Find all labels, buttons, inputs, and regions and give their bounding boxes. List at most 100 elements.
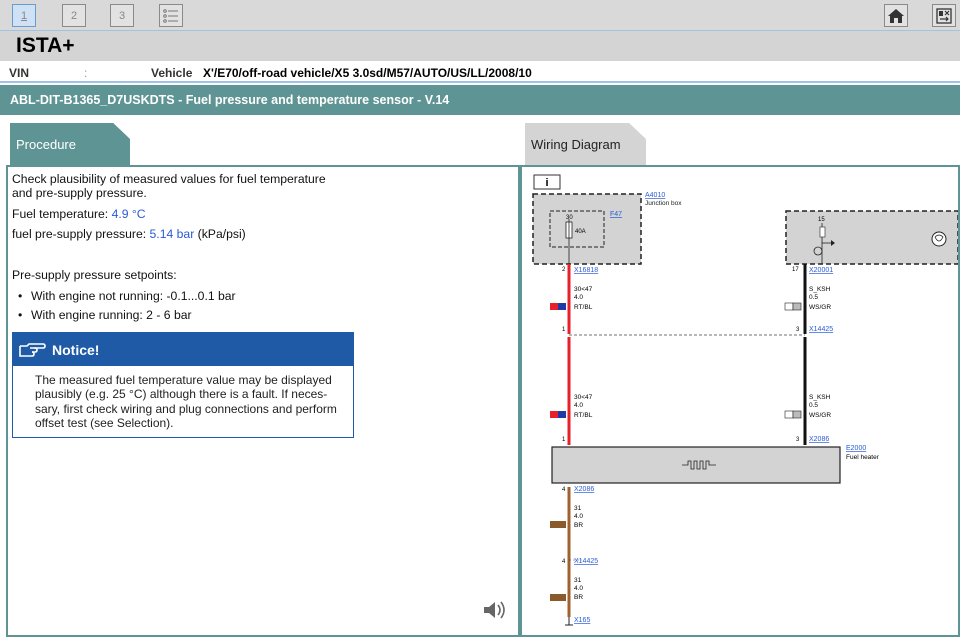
fuse-id[interactable]: F47 [610,211,622,218]
wire-color-swatch [792,410,802,419]
step-1-button[interactable]: 1 [12,4,36,27]
heater-id[interactable]: E2000 [846,445,866,452]
wire-label: 31 [574,577,582,584]
exit-button[interactable] [932,4,956,27]
wire-label: BR [574,594,583,601]
notice-line: plausibly (e.g. 25 °C) although there is… [35,387,328,402]
connector-x20001[interactable]: X20001 [809,267,833,274]
connector-x2086-lower[interactable]: X2086 [574,486,594,493]
wire-color-swatch [784,302,794,311]
wire-label: 0.5 [809,402,818,409]
list-item: With engine running: 2 - 6 bar [18,308,236,322]
home-button[interactable] [884,4,908,27]
notice-line: The measured fuel temperature value may … [35,373,332,387]
info-icon: i [545,177,548,189]
notice-line: sary, first check wiring and plug connec… [35,401,337,416]
vehicle-label: Vehicle [151,66,193,80]
list-icon [163,8,178,23]
wiring-diagram-panel: i A4010 Junction box F47 30 40A 15 2 X16… [520,165,960,637]
wire-label: WS/GR [809,304,831,311]
wire-label: RT/BL [574,412,593,419]
fuel-pressure-row: fuel pre-supply pressure: 5.14 bar (kPa/… [12,227,246,241]
connector-x14425[interactable]: X14425 [809,326,833,333]
wiring-diagram: i A4010 Junction box F47 30 40A 15 2 X16… [532,174,959,626]
wire-color-swatch [550,411,558,418]
junction-box-name: Junction box [645,200,682,207]
heater-name: Fuel heater [846,454,880,461]
fuse-rating: 40A [575,229,586,235]
wire-color-swatch [792,302,802,311]
fuel-temperature-value: 4.9 °C [111,207,146,221]
wire-label: 4.0 [574,585,583,592]
notice-box: Notice! The measured fuel temperature va… [12,332,354,438]
wire-label: S_KSH [809,286,831,293]
junction-box [532,193,642,265]
connector-x14425-lower[interactable]: X14425 [574,558,598,565]
pin-label: 1 [562,437,566,443]
connector-x2086[interactable]: X2086 [809,436,829,443]
info-button[interactable]: i [533,174,561,190]
notice-text: The measured fuel temperature value may … [13,366,353,430]
intro-line-1: Check plausibility of measured values fo… [12,172,326,186]
fuel-heater [551,446,841,484]
test-plan-header: ABL-DIT-B1365_D7USKDTS - Fuel pressure a… [0,85,960,115]
wire-label: S_KSH [809,394,831,401]
wire-label: WS/GR [809,412,831,419]
intro-line-2: and pre-supply pressure. [12,186,147,200]
wire-label: 30<47 [574,394,593,401]
fuel-temperature-label: Fuel temperature: [12,207,109,221]
pointing-hand-icon [19,342,46,357]
unit-pin: 15 [818,217,825,223]
wire-color-swatch [550,303,558,310]
wire-label: 4.0 [574,294,583,301]
wire-color-swatch [550,594,566,601]
pin-label: 4 [562,487,566,493]
notice-line: offset test (see Selection). [35,415,174,430]
unit-symbol-icon [931,231,947,247]
list-button[interactable] [159,4,183,27]
speaker-button[interactable] [482,599,510,626]
pin-label: 3 [796,437,800,443]
vin-label: VIN [9,66,30,80]
wire-label: BR [574,522,583,529]
pin-label: 4 [562,559,566,565]
fuel-pressure-unit: (kPa/psi) [197,227,246,241]
vehicle-info-bar: VIN : Vehicle X'/E70/off-road vehicle/X5… [0,61,960,83]
wire-color-swatch [558,411,566,418]
tab-wiring-diagram[interactable]: Wiring Diagram [525,123,646,165]
wire-label: 31 [574,505,582,512]
junction-box-id[interactable]: A4010 [645,192,665,199]
app-title: ISTA+ [16,34,75,57]
wire-label: 30<47 [574,286,593,293]
pin-label: 17 [792,267,799,273]
list-item: With engine not running: -0.1...0.1 bar [18,289,236,303]
wire-label: 4.0 [574,513,583,520]
wire-label: 4.0 [574,402,583,409]
wire-color-swatch [550,521,566,528]
main-content: Procedure Wiring Diagram Check plausibil… [0,115,960,638]
pin-label: 3 [796,327,800,333]
wire-color-swatch [784,410,794,419]
pin-label: 2 [562,267,566,273]
wire-label: 0.5 [809,294,818,301]
fuel-pressure-value: 5.14 bar [149,227,195,241]
fuel-pressure-label: fuel pre-supply pressure: [12,227,147,241]
connector-x165[interactable]: X165 [574,617,590,624]
fuse-slot: 30 [566,215,573,221]
wire-color-swatch [558,303,566,310]
vin-value: : [84,66,88,80]
pin-label: 1 [562,327,566,333]
setpoints-heading: Pre-supply pressure setpoints: [12,268,177,282]
toolbar: 1 2 3 [0,0,960,31]
vehicle-value: X'/E70/off-road vehicle/X5 3.0sd/M57/AUT… [203,66,532,80]
procedure-panel: Check plausibility of measured values fo… [6,165,520,637]
speaker-icon [484,601,505,619]
step-3-button[interactable]: 3 [110,4,134,27]
wire-label: RT/BL [574,304,593,311]
setpoints-list: With engine not running: -0.1...0.1 bar … [18,289,236,327]
notice-header: Notice! [13,333,353,366]
tab-procedure[interactable]: Procedure [10,123,130,165]
step-2-button[interactable]: 2 [62,4,86,27]
connector-x16818[interactable]: X16818 [574,267,598,274]
notice-title: Notice! [52,341,100,358]
